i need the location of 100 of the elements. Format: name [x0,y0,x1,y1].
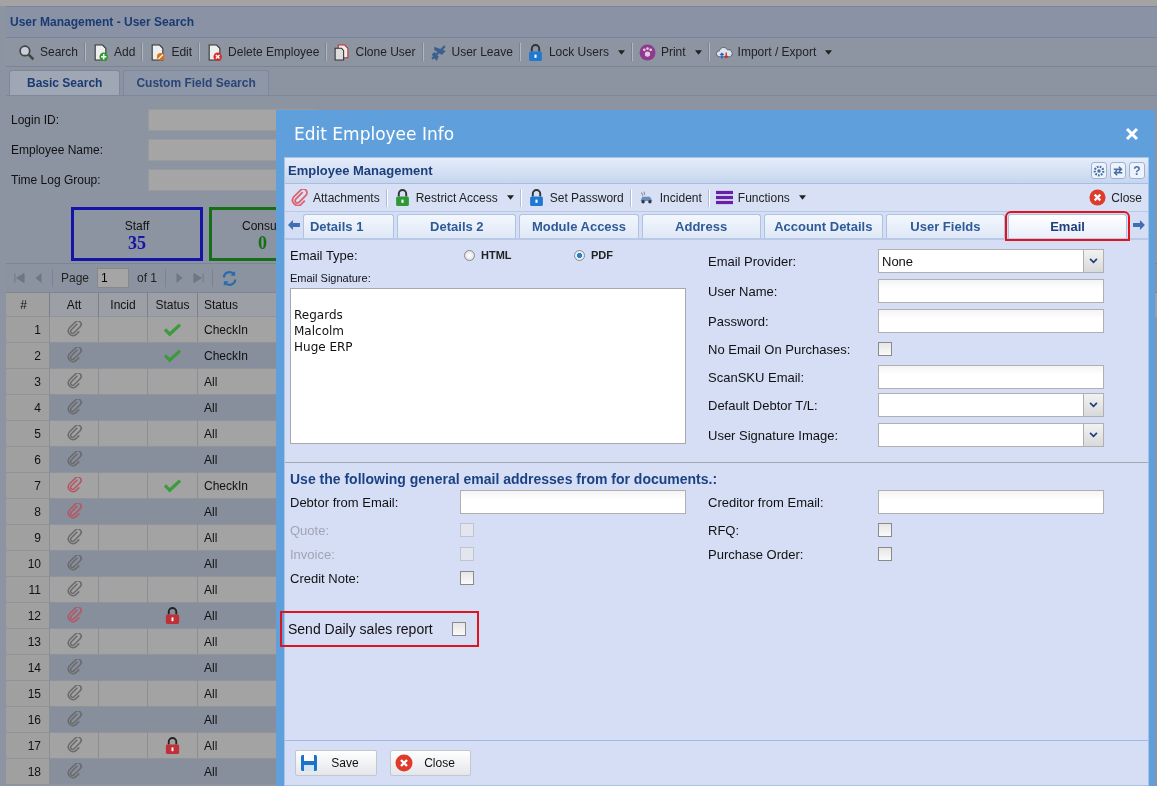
toolbar-button[interactable]: Restrict Access [387,185,520,210]
help-button[interactable]: ? [1129,162,1145,179]
close-icon[interactable] [1125,126,1139,141]
caret-icon [694,49,702,55]
radio-option[interactable]: PDF [574,249,684,261]
right-arrow-icon[interactable] [1133,220,1145,230]
caret-icon [798,195,806,200]
checkmark-icon [164,347,181,364]
row-number: 4 [6,395,50,421]
tab[interactable]: Details 2 [397,214,517,238]
input-field[interactable] [878,279,1104,303]
row-number: 1 [6,317,50,343]
copy-icon [333,43,351,61]
dropdown-field[interactable] [878,393,1104,417]
toolbar-button[interactable]: Lock Users [520,40,631,64]
chevron-down-icon [1089,402,1098,408]
row-number: 6 [6,447,50,473]
toolbar-button[interactable]: Add [86,40,142,64]
lock-icon [164,607,181,624]
field-label: No Email On Purchases: [708,341,852,357]
row-number: 12 [6,603,50,629]
settings-button[interactable] [1091,162,1107,179]
row-number: 16 [6,707,50,733]
dropdown-field[interactable]: None [878,249,1104,273]
checkbox[interactable] [878,342,892,356]
field-label: Employee Name: [11,143,105,157]
field-label: Creditor from Email: [708,494,825,510]
toolbar-button[interactable]: Print [632,40,708,64]
toolbar-button[interactable]: Edit [143,40,199,64]
row-number: 3 [6,369,50,395]
field-label: Default Debtor T/L: [708,397,819,413]
field-label: Time Log Group: [11,173,102,187]
caret-icon [617,49,625,55]
toolbar-button[interactable]: Clone User [327,40,422,64]
left-arrow-icon[interactable] [288,220,300,230]
save-button[interactable]: Save [295,750,377,776]
row-number: 18 [6,759,50,785]
input-field[interactable] [878,365,1104,389]
input-field[interactable] [460,490,686,514]
input-field[interactable] [878,490,1104,514]
tab[interactable]: Email [1007,214,1128,238]
page-label: Page [61,271,90,285]
summary-card[interactable]: Staff 35 [71,207,203,261]
window-title: User Management - User Search [10,15,195,29]
card-label: Staff [124,219,150,233]
field-label: Debtor from Email: [290,494,400,510]
close-button[interactable]: Close [390,750,471,776]
tab[interactable]: Address [641,214,761,238]
row-number: 13 [6,629,50,655]
previous-page-icon[interactable] [33,272,44,284]
checkmark-icon [164,477,181,494]
menu-icon [715,189,733,206]
toolbar-button[interactable]: Search [12,40,85,64]
input-field[interactable] [878,309,1104,333]
lock-icon [393,189,411,206]
dialog-title: Edit Employee Info [294,123,455,144]
field-label: Credit Note: [290,570,361,586]
row-number: 10 [6,551,50,577]
tab[interactable]: User Fields [885,214,1005,238]
checkbox[interactable] [451,622,466,636]
toolbar-button[interactable]: Delete Employee [200,40,326,64]
checkbox[interactable] [878,523,892,537]
row-number: 8 [6,499,50,525]
checkmark-icon [164,321,181,338]
last-page-icon[interactable] [193,272,205,284]
checkbox[interactable] [878,547,892,561]
first-page-icon[interactable] [14,272,25,284]
toolbar-button[interactable]: Attachments [285,185,386,210]
swap-button[interactable] [1110,162,1126,179]
tab[interactable]: Details 1 [302,214,395,238]
field-label: Send Daily sales report [288,621,433,637]
row-number: 9 [6,525,50,551]
row-number: 17 [6,733,50,759]
toolbar-button[interactable]: Functions [709,185,812,210]
column-header[interactable]: # [6,293,50,317]
toolbar-button[interactable]: Set Password [521,185,630,210]
radio-option[interactable]: HTML [464,249,574,261]
dropdown-field[interactable] [878,423,1104,447]
signature-field[interactable]: Regards Malcolm Huge ERP [290,288,686,444]
caret-icon [506,195,514,200]
page-field[interactable]: 1 [97,268,130,288]
chevron-down-icon [1089,258,1098,264]
toolbar-button[interactable]: User Leave [423,40,519,64]
refresh-icon[interactable] [221,269,239,287]
checkbox[interactable] [460,571,474,585]
tab[interactable]: Module Access [519,214,639,238]
tab[interactable]: Custom Field Search [123,70,269,95]
field-label: Purchase Order: [708,546,805,562]
toolbar-button[interactable]: Import / Export [709,40,839,64]
tab[interactable]: Basic Search [9,70,121,95]
field-label: User Signature Image: [708,427,840,443]
lock-icon [526,43,544,61]
edit-document-icon [149,43,167,61]
field-label: RFQ: [708,522,741,538]
lock-icon [164,737,181,754]
field-label: Email Provider: [708,253,798,269]
toolbar-button[interactable]: Incident [631,185,708,210]
tab[interactable]: Account Details [763,214,883,238]
close-icon [1089,189,1107,206]
close-button[interactable]: Close [1083,185,1148,210]
